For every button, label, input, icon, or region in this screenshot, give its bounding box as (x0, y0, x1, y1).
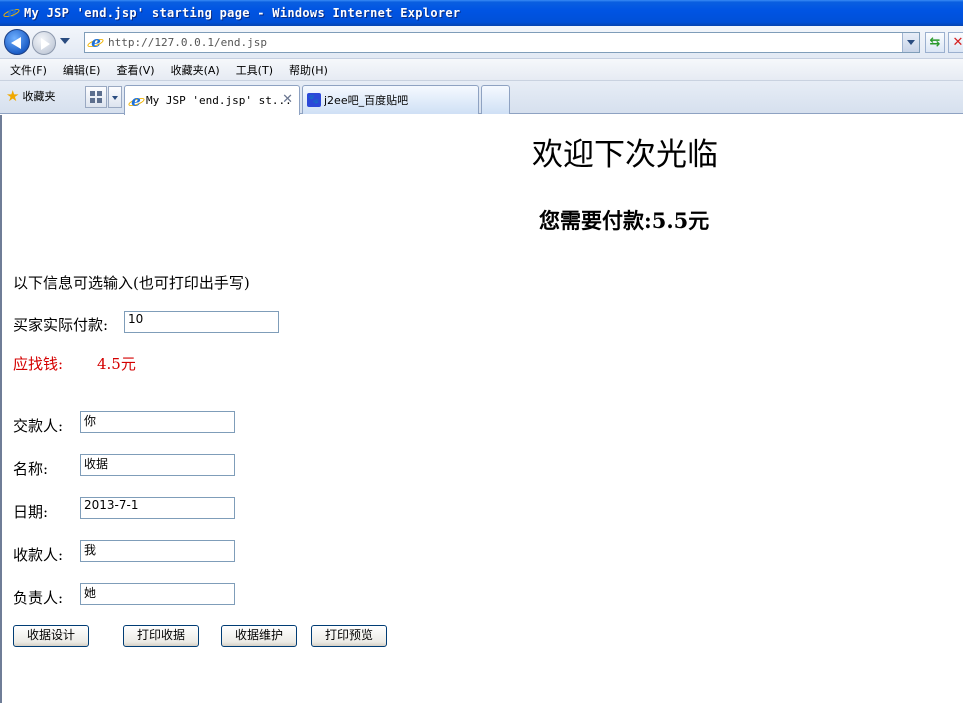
refresh-icon: ⇆ (929, 35, 941, 50)
ie-logo-icon: e (2, 5, 21, 21)
change-value: 4.5元 (97, 355, 136, 373)
payee-label: 收款人: (13, 546, 64, 564)
actual-payment-input[interactable]: 10 (124, 311, 279, 333)
name-label: 名称: (13, 460, 49, 478)
baidu-paw-icon: 🐾 (307, 93, 321, 107)
quick-tabs-button[interactable] (85, 86, 107, 108)
receipt-design-button[interactable]: 收据设计 (13, 625, 89, 647)
refresh-button[interactable]: ⇆ (925, 32, 945, 53)
menu-tools[interactable]: 工具(T) (230, 62, 279, 78)
window-title: My JSP 'end.jsp' starting page - Windows… (24, 6, 461, 20)
payee-input[interactable]: 我 (80, 540, 235, 562)
ie-page-icon: e (127, 93, 146, 108)
favorites-label: 收藏夹 (22, 90, 56, 103)
print-receipt-button[interactable]: 打印收据 (123, 625, 199, 647)
tab-label: My JSP 'end.jsp' st... (146, 94, 292, 107)
address-dropdown-button[interactable] (902, 33, 919, 52)
page-heading: 欢迎下次光临 (532, 137, 718, 173)
tab-baidu-tieba[interactable]: 🐾 j2ee吧_百度贴吧 (302, 85, 479, 114)
menu-help[interactable]: 帮助(H) (283, 62, 334, 78)
amount-due: 您需要付款:5.5元 (539, 208, 710, 233)
payer-input[interactable]: 你 (80, 411, 235, 433)
menu-edit[interactable]: 编辑(E) (57, 62, 107, 78)
close-tab-icon[interactable]: ✕ (282, 92, 293, 107)
back-button[interactable] (4, 29, 30, 55)
window-title-bar: e My JSP 'end.jsp' starting page - Windo… (0, 0, 963, 26)
address-url[interactable]: http://127.0.0.1/end.jsp (108, 36, 267, 49)
tab-end-jsp[interactable]: e My JSP 'end.jsp' st... ✕ (124, 85, 300, 115)
tab-bar: ★ 收藏夹 e My JSP 'end.jsp' st... ✕ 🐾 j2ee吧… (0, 81, 963, 115)
new-tab-button[interactable] (481, 85, 510, 114)
actual-payment-label: 买家实际付款: (13, 316, 109, 334)
date-label: 日期: (13, 503, 49, 521)
menu-file[interactable]: 文件(F) (4, 62, 53, 78)
menu-bar: 文件(F) 编辑(E) 查看(V) 收藏夹(A) 工具(T) 帮助(H) (0, 59, 963, 81)
stop-icon: ✕ (952, 35, 963, 50)
date-input[interactable]: 2013-7-1 (80, 497, 235, 519)
navigation-bar: e http://127.0.0.1/end.jsp ⇆ ✕ (0, 26, 963, 59)
optional-note: 以下信息可选输入(也可打印出手写) (13, 274, 250, 292)
stop-button[interactable]: ✕ (948, 32, 963, 53)
change-label: 应找钱: (13, 355, 64, 373)
receipt-maintain-button[interactable]: 收据维护 (221, 625, 297, 647)
print-preview-button[interactable]: 打印预览 (311, 625, 387, 647)
responsible-input[interactable]: 她 (80, 583, 235, 605)
page-content: 欢迎下次光临 您需要付款:5.5元 以下信息可选输入(也可打印出手写) 买家实际… (0, 115, 963, 703)
address-bar[interactable]: e http://127.0.0.1/end.jsp (84, 32, 920, 53)
star-icon: ★ (6, 86, 20, 105)
menu-favorites[interactable]: 收藏夹(A) (165, 62, 226, 78)
tab-label: j2ee吧_百度贴吧 (324, 94, 409, 107)
history-dropdown-icon[interactable] (60, 38, 70, 44)
forward-button[interactable] (32, 31, 56, 55)
menu-view[interactable]: 查看(V) (110, 62, 160, 78)
grid-icon (90, 91, 102, 103)
back-arrow-icon (11, 37, 21, 49)
forward-arrow-icon (41, 38, 50, 50)
responsible-label: 负责人: (13, 589, 64, 607)
tab-list-dropdown[interactable] (108, 86, 122, 108)
page-icon: e (86, 34, 105, 51)
name-input[interactable]: 收据 (80, 454, 235, 476)
payer-label: 交款人: (13, 417, 64, 435)
favorites-button[interactable]: ★ 收藏夹 (6, 88, 55, 104)
